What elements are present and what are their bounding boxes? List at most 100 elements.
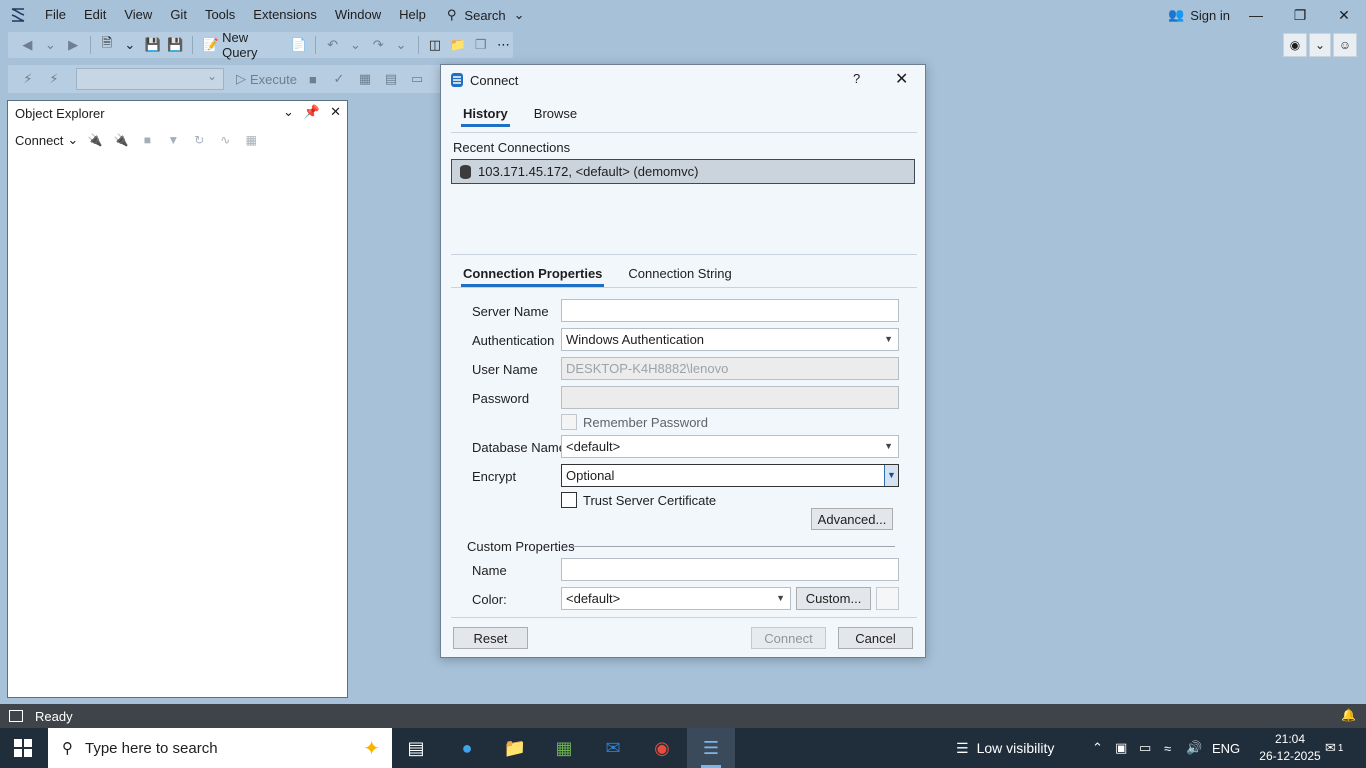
sign-in-button[interactable]: 👥 Sign in — [1168, 0, 1230, 30]
volume-icon[interactable]: 🔊 — [1186, 728, 1202, 768]
recent-connection-item[interactable]: 103.171.45.172, <default> (demomvc) — [451, 159, 915, 184]
authentication-select[interactable]: Windows Authentication ▼ — [561, 328, 899, 351]
language-indicator[interactable]: ENG — [1212, 728, 1240, 768]
parse-check-icon[interactable]: ✓ — [329, 69, 349, 89]
activity-monitor-icon[interactable]: ∿ — [216, 131, 234, 149]
tab-history[interactable]: History — [461, 106, 510, 127]
chevron-down-icon[interactable]: ⌄ — [41, 35, 60, 55]
search-icon: ⚲ — [446, 7, 457, 22]
stop-icon[interactable]: ■ — [138, 131, 156, 149]
back-icon[interactable]: ◀ — [18, 35, 37, 55]
chevron-down-icon[interactable]: ⌄ — [120, 35, 139, 55]
color-swatch — [876, 587, 899, 610]
password-input[interactable] — [561, 386, 899, 409]
ssms-taskbar-icon[interactable]: ☰ — [687, 728, 735, 768]
windows-start-icon[interactable] — [14, 739, 32, 757]
chevron-down-icon[interactable]: ⌄ — [392, 35, 411, 55]
oe-connect-dropdown[interactable]: Connect ⌄ — [15, 132, 78, 148]
refresh-icon[interactable]: ↻ — [190, 131, 208, 149]
connect-plug-icon[interactable]: ⚡ — [18, 69, 38, 89]
outlook-icon[interactable]: ✉ — [589, 728, 637, 768]
help-button[interactable]: ? — [853, 71, 860, 86]
custom-color-button[interactable]: Custom... — [796, 587, 871, 610]
pin-icon[interactable]: 📌 — [304, 104, 320, 120]
copilot-icon[interactable]: ◉ — [1283, 33, 1307, 57]
remember-password-checkbox[interactable] — [561, 414, 577, 430]
tab-browse[interactable]: Browse — [534, 106, 577, 127]
forward-icon[interactable]: ▶ — [64, 35, 83, 55]
menu-git[interactable]: Git — [161, 0, 196, 30]
change-connection-icon[interactable]: ⚡ — [44, 69, 64, 89]
minimize-button[interactable]: — — [1234, 0, 1278, 30]
show-hidden-icons-icon[interactable]: ⌃ — [1092, 728, 1103, 768]
divider — [451, 132, 917, 133]
new-query-button[interactable]: 📝 New Query — [200, 30, 285, 60]
available-databases-combo[interactable] — [76, 68, 224, 90]
query-icon[interactable]: 📄 — [289, 35, 308, 55]
caret-down-icon[interactable]: ▼ — [884, 465, 898, 486]
query-plan-icon[interactable]: ▦ — [355, 69, 375, 89]
chevron-down-icon[interactable]: ⌄ — [1309, 33, 1331, 57]
file-explorer-icon[interactable]: 📁 — [491, 728, 539, 768]
close-dialog-button[interactable]: ✕ — [895, 69, 908, 89]
menu-window[interactable]: Window — [326, 0, 390, 30]
activity-monitor-icon[interactable]: ◫ — [425, 35, 444, 55]
name-input[interactable] — [561, 558, 899, 581]
wifi-icon[interactable]: ≈ — [1164, 728, 1171, 768]
menu-extensions[interactable]: Extensions — [244, 0, 326, 30]
menu-edit[interactable]: Edit — [75, 0, 115, 30]
tab-connection-properties[interactable]: Connection Properties — [460, 266, 605, 287]
undo-icon[interactable]: ↶ — [323, 35, 342, 55]
server-name-input[interactable] — [561, 299, 899, 322]
advanced-button[interactable]: Advanced... — [811, 508, 893, 530]
taskbar-search-box[interactable]: ⚲ Type here to search ✦ — [48, 728, 392, 768]
feedback-icon[interactable]: ☺ — [1333, 33, 1357, 57]
meet-now-icon[interactable]: ▣ — [1115, 728, 1127, 768]
stop-icon[interactable]: ■ — [303, 69, 323, 89]
close-window-button[interactable]: ✕ — [1322, 0, 1366, 30]
database-name-select[interactable]: <default> ▼ — [561, 435, 899, 458]
menu-tools[interactable]: Tools — [196, 0, 244, 30]
weather-widget[interactable]: ☰ Low visibility — [956, 728, 1054, 768]
save-all-icon[interactable]: 💾 — [166, 35, 185, 55]
menu-file[interactable]: File — [36, 0, 75, 30]
edge-browser-icon[interactable]: ● — [443, 728, 491, 768]
disconnect-icon[interactable]: 🔌 — [112, 131, 130, 149]
user-name-input[interactable]: DESKTOP-K4H8882\lenovo — [561, 357, 899, 380]
password-label: Password — [472, 391, 530, 406]
chrome-icon[interactable]: ◉ — [638, 728, 686, 768]
task-view-icon[interactable]: ▤ — [392, 728, 440, 768]
results-file-icon[interactable]: ▭ — [407, 69, 427, 89]
connect-button[interactable]: Connect — [751, 627, 826, 649]
more-icon[interactable]: ⋯ — [494, 35, 513, 55]
execute-button[interactable]: ▷ Execute — [236, 71, 297, 87]
windows-icon[interactable]: ❐ — [471, 35, 490, 55]
microsoft-store-icon[interactable]: ▦ — [540, 728, 588, 768]
battery-icon[interactable]: ▭ — [1139, 728, 1151, 768]
tab-connection-string[interactable]: Connection String — [628, 266, 731, 287]
new-project-icon[interactable]: 🗎 — [98, 35, 117, 55]
filter-icon[interactable]: ▼ — [164, 131, 182, 149]
save-icon[interactable]: 💾 — [143, 35, 162, 55]
clock[interactable]: 21:04 26-12-2025 — [1258, 731, 1322, 765]
notification-bell-icon[interactable]: 🔔 — [1341, 708, 1356, 722]
results-grid-icon[interactable]: ▤ — [381, 69, 401, 89]
cancel-button[interactable]: Cancel — [838, 627, 913, 649]
chevron-down-icon[interactable]: ⌄ — [346, 35, 365, 55]
reset-button[interactable]: Reset — [453, 627, 528, 649]
notification-center-icon[interactable]: ✉ 1 — [1325, 728, 1343, 768]
find-in-files-icon[interactable]: 📁 — [448, 35, 467, 55]
chevron-down-icon[interactable]: ⌄ — [283, 104, 294, 120]
menu-help[interactable]: Help — [390, 0, 435, 30]
restore-button[interactable]: ❐ — [1278, 0, 1322, 30]
connect-plug-icon[interactable]: 🔌 — [86, 131, 104, 149]
search-menu[interactable]: ⚲ Search ⌄ — [435, 7, 537, 23]
menu-view[interactable]: View — [115, 0, 161, 30]
color-select[interactable]: <default> ▼ — [561, 587, 791, 610]
dialog-title: Connect — [470, 72, 519, 88]
trust-server-certificate-checkbox[interactable] — [561, 492, 577, 508]
redo-icon[interactable]: ↷ — [369, 35, 388, 55]
close-icon[interactable]: ✕ — [330, 104, 341, 120]
encrypt-select[interactable]: Optional ▼ — [561, 464, 899, 487]
summary-icon[interactable]: ▦ — [242, 131, 260, 149]
